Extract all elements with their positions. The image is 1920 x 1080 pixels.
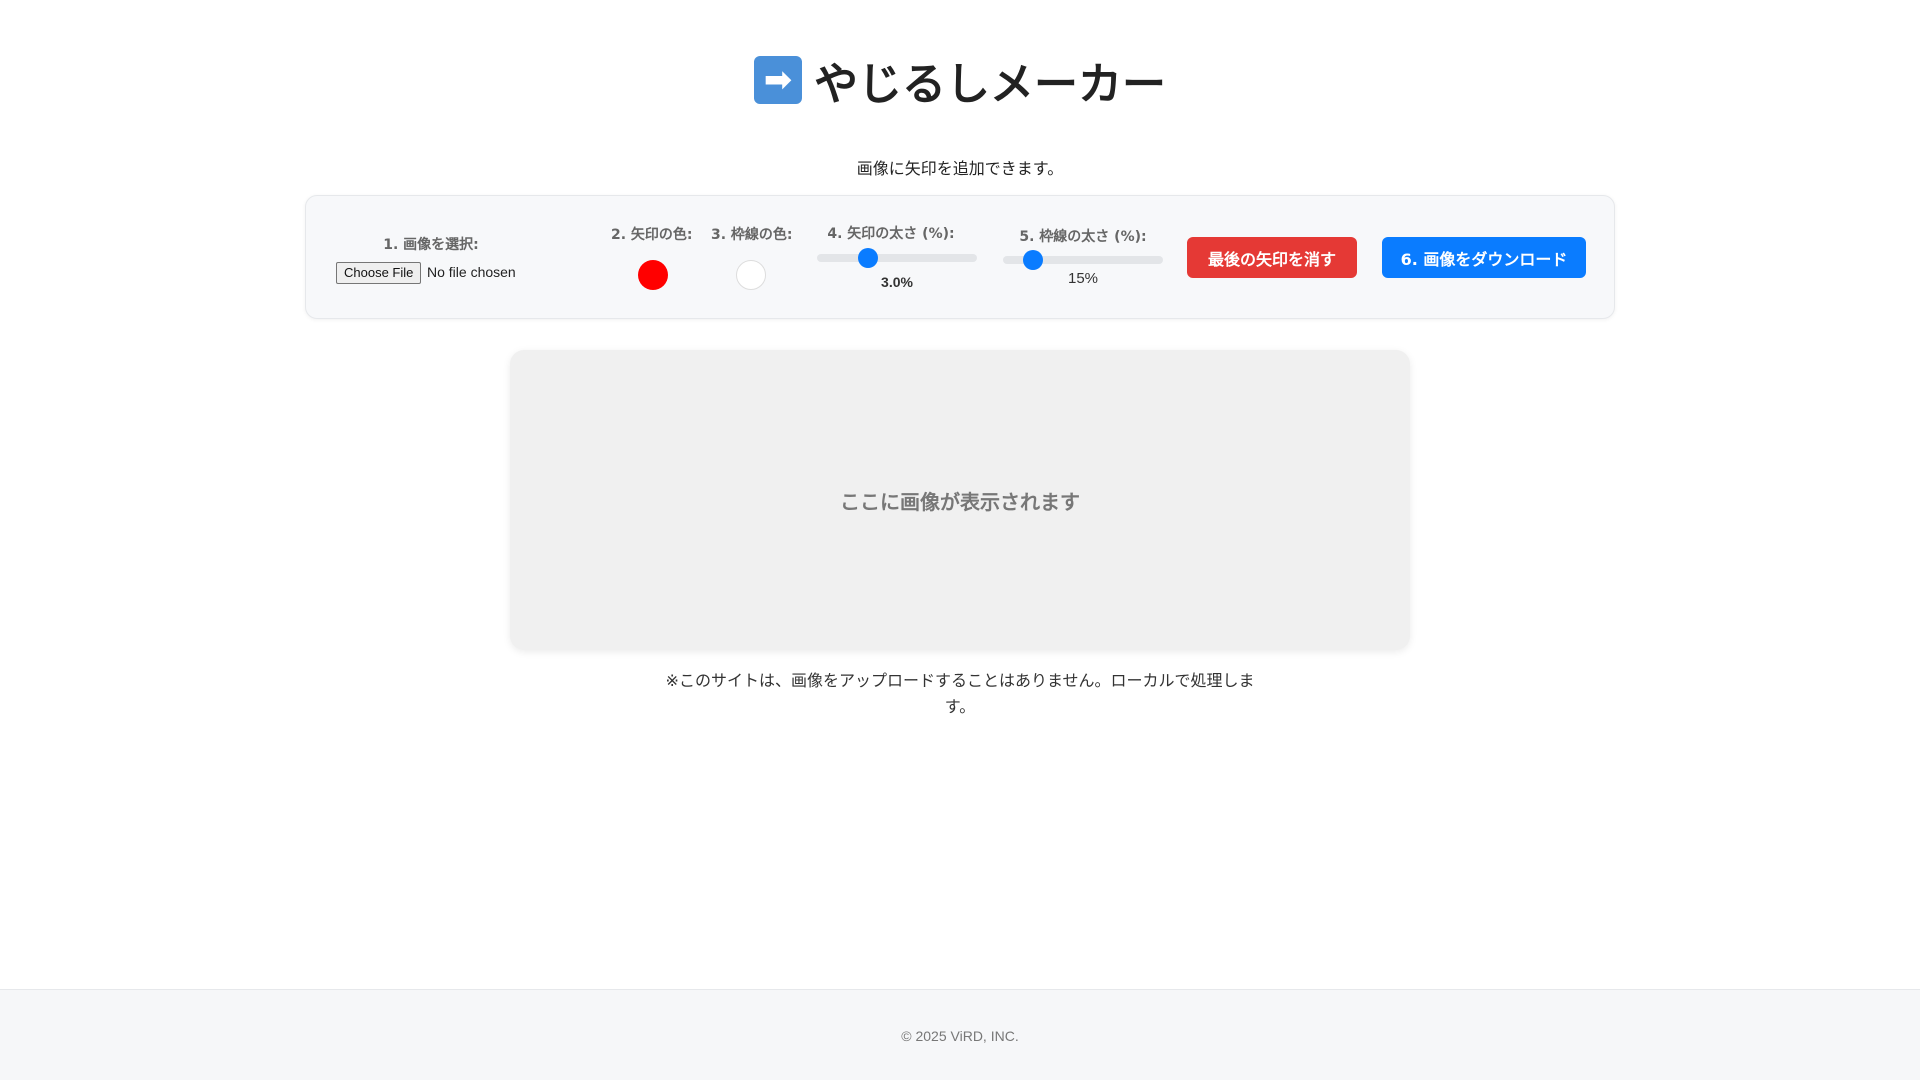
arrow-thickness-value: 3.0%	[881, 274, 913, 290]
image-preview-area[interactable]: ここに画像が表示されます	[510, 350, 1410, 650]
arrow-thickness-thumb[interactable]	[858, 248, 879, 268]
border-thickness-slider[interactable]	[1003, 250, 1163, 270]
arrow-thickness-slider[interactable]	[817, 248, 977, 268]
arrow-color-picker[interactable]	[638, 260, 668, 290]
border-color-picker[interactable]	[736, 260, 766, 290]
page-title: ➡ やじるしメーカー	[0, 48, 1920, 112]
privacy-notice: ※このサイトは、画像をアップロードすることはありません。ローカルで処理します。	[665, 671, 1255, 716]
subtitle: 画像に矢印を追加できます。	[856, 159, 1064, 178]
border-thickness-label: 5. 枠線の太さ (%):	[1019, 229, 1147, 245]
file-label: 1. 画像を選択:	[383, 237, 479, 253]
controls-panel: 1. 画像を選択: Choose File No file chosen 2. …	[305, 195, 1615, 319]
border-thickness-value: 15%	[1067, 270, 1099, 287]
preview-placeholder: ここに画像が表示されます	[840, 489, 1080, 514]
arrow-thickness-label: 4. 矢印の太さ (%):	[827, 226, 955, 242]
undo-last-arrow-button[interactable]: 最後の矢印を消す	[1187, 237, 1357, 278]
choose-file-button[interactable]: Choose File	[336, 262, 422, 284]
copyright: © 2025 ViRD, INC.	[901, 1028, 1019, 1044]
border-thickness-thumb[interactable]	[1023, 250, 1044, 270]
right-arrow-icon: ➡	[754, 56, 802, 104]
file-status: No file chosen	[427, 264, 516, 280]
arrow-color-label: 2. 矢印の色:	[611, 227, 693, 243]
page-title-text: やじるしメーカー	[814, 59, 1166, 110]
download-image-button[interactable]: 6. 画像をダウンロード	[1382, 237, 1586, 278]
border-color-label: 3. 枠線の色:	[711, 227, 793, 243]
footer: © 2025 ViRD, INC.	[0, 989, 1920, 1080]
